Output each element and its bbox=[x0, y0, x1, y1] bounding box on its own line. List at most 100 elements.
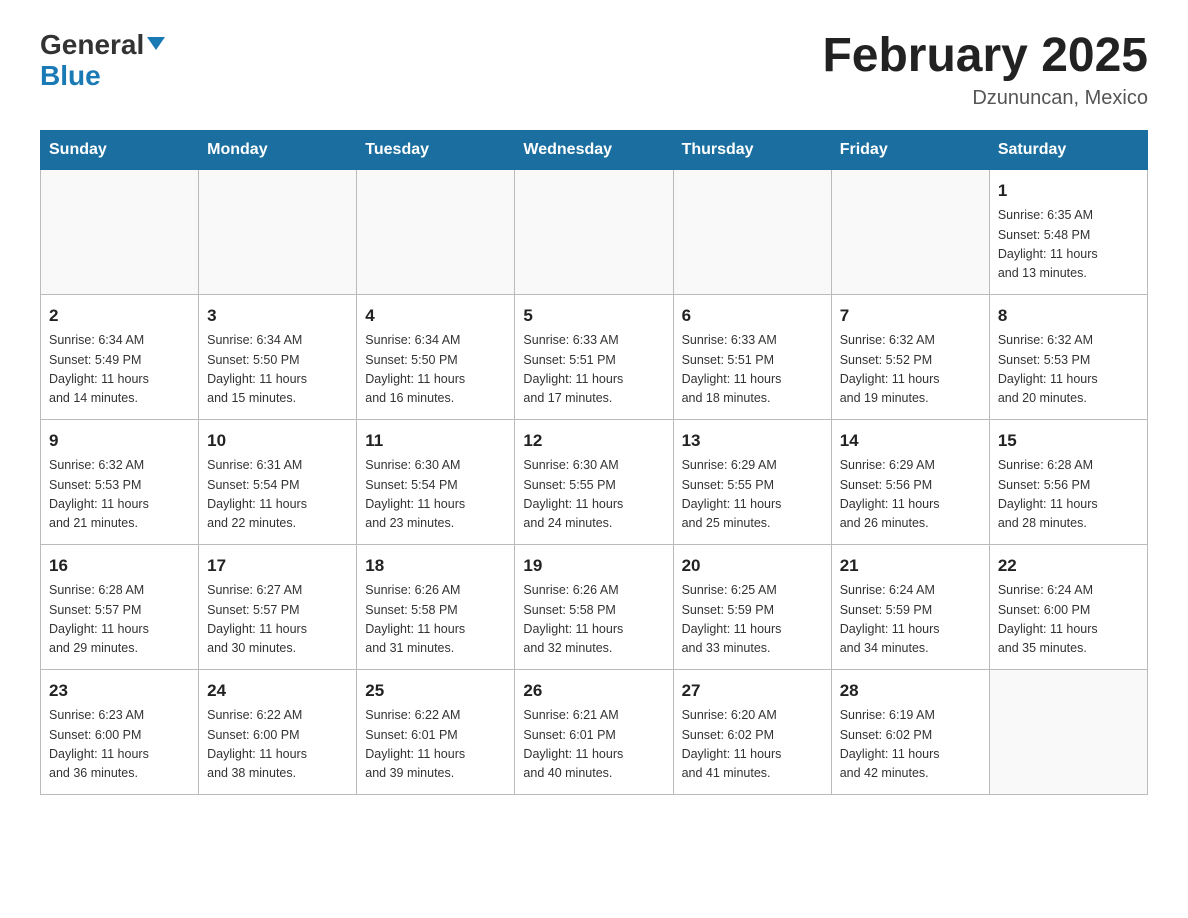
calendar-cell: 1Sunrise: 6:35 AM Sunset: 5:48 PM Daylig… bbox=[989, 169, 1147, 294]
calendar-cell: 14Sunrise: 6:29 AM Sunset: 5:56 PM Dayli… bbox=[831, 419, 989, 544]
weekday-header-saturday: Saturday bbox=[989, 130, 1147, 169]
calendar-cell bbox=[199, 169, 357, 294]
day-info: Sunrise: 6:33 AM Sunset: 5:51 PM Dayligh… bbox=[682, 331, 823, 409]
page-header: General Blue February 2025 Dzununcan, Me… bbox=[40, 30, 1148, 110]
calendar-cell bbox=[357, 169, 515, 294]
calendar-cell: 19Sunrise: 6:26 AM Sunset: 5:58 PM Dayli… bbox=[515, 544, 673, 669]
calendar-cell: 23Sunrise: 6:23 AM Sunset: 6:00 PM Dayli… bbox=[41, 669, 199, 794]
day-info: Sunrise: 6:22 AM Sunset: 6:01 PM Dayligh… bbox=[365, 706, 506, 784]
day-info: Sunrise: 6:28 AM Sunset: 5:56 PM Dayligh… bbox=[998, 456, 1139, 534]
calendar-cell: 18Sunrise: 6:26 AM Sunset: 5:58 PM Dayli… bbox=[357, 544, 515, 669]
day-info: Sunrise: 6:23 AM Sunset: 6:00 PM Dayligh… bbox=[49, 706, 190, 784]
day-info: Sunrise: 6:34 AM Sunset: 5:50 PM Dayligh… bbox=[207, 331, 348, 409]
weekday-header-thursday: Thursday bbox=[673, 130, 831, 169]
day-info: Sunrise: 6:21 AM Sunset: 6:01 PM Dayligh… bbox=[523, 706, 664, 784]
calendar-table: SundayMondayTuesdayWednesdayThursdayFrid… bbox=[40, 130, 1148, 795]
day-info: Sunrise: 6:30 AM Sunset: 5:55 PM Dayligh… bbox=[523, 456, 664, 534]
day-info: Sunrise: 6:25 AM Sunset: 5:59 PM Dayligh… bbox=[682, 581, 823, 659]
day-number: 24 bbox=[207, 678, 348, 704]
day-number: 10 bbox=[207, 428, 348, 454]
day-info: Sunrise: 6:34 AM Sunset: 5:50 PM Dayligh… bbox=[365, 331, 506, 409]
weekday-header-monday: Monday bbox=[199, 130, 357, 169]
day-number: 21 bbox=[840, 553, 981, 579]
calendar-cell: 6Sunrise: 6:33 AM Sunset: 5:51 PM Daylig… bbox=[673, 294, 831, 419]
calendar-cell: 5Sunrise: 6:33 AM Sunset: 5:51 PM Daylig… bbox=[515, 294, 673, 419]
day-info: Sunrise: 6:29 AM Sunset: 5:56 PM Dayligh… bbox=[840, 456, 981, 534]
weekday-header-wednesday: Wednesday bbox=[515, 130, 673, 169]
calendar-cell: 25Sunrise: 6:22 AM Sunset: 6:01 PM Dayli… bbox=[357, 669, 515, 794]
day-number: 6 bbox=[682, 303, 823, 329]
day-info: Sunrise: 6:35 AM Sunset: 5:48 PM Dayligh… bbox=[998, 206, 1139, 284]
day-info: Sunrise: 6:32 AM Sunset: 5:53 PM Dayligh… bbox=[998, 331, 1139, 409]
month-title: February 2025 bbox=[822, 30, 1148, 83]
day-number: 1 bbox=[998, 178, 1139, 204]
calendar-cell bbox=[831, 169, 989, 294]
calendar-cell: 21Sunrise: 6:24 AM Sunset: 5:59 PM Dayli… bbox=[831, 544, 989, 669]
logo-blue-text: Blue bbox=[40, 60, 101, 91]
day-number: 7 bbox=[840, 303, 981, 329]
day-number: 4 bbox=[365, 303, 506, 329]
day-number: 5 bbox=[523, 303, 664, 329]
day-number: 14 bbox=[840, 428, 981, 454]
title-area: February 2025 Dzununcan, Mexico bbox=[822, 30, 1148, 110]
day-number: 11 bbox=[365, 428, 506, 454]
calendar-cell: 26Sunrise: 6:21 AM Sunset: 6:01 PM Dayli… bbox=[515, 669, 673, 794]
day-info: Sunrise: 6:26 AM Sunset: 5:58 PM Dayligh… bbox=[523, 581, 664, 659]
day-info: Sunrise: 6:22 AM Sunset: 6:00 PM Dayligh… bbox=[207, 706, 348, 784]
day-number: 18 bbox=[365, 553, 506, 579]
day-info: Sunrise: 6:20 AM Sunset: 6:02 PM Dayligh… bbox=[682, 706, 823, 784]
calendar-cell: 4Sunrise: 6:34 AM Sunset: 5:50 PM Daylig… bbox=[357, 294, 515, 419]
calendar-cell: 11Sunrise: 6:30 AM Sunset: 5:54 PM Dayli… bbox=[357, 419, 515, 544]
day-number: 12 bbox=[523, 428, 664, 454]
day-info: Sunrise: 6:27 AM Sunset: 5:57 PM Dayligh… bbox=[207, 581, 348, 659]
calendar-cell bbox=[989, 669, 1147, 794]
day-number: 16 bbox=[49, 553, 190, 579]
day-number: 3 bbox=[207, 303, 348, 329]
calendar-cell: 20Sunrise: 6:25 AM Sunset: 5:59 PM Dayli… bbox=[673, 544, 831, 669]
day-info: Sunrise: 6:24 AM Sunset: 5:59 PM Dayligh… bbox=[840, 581, 981, 659]
day-number: 28 bbox=[840, 678, 981, 704]
day-number: 17 bbox=[207, 553, 348, 579]
day-number: 26 bbox=[523, 678, 664, 704]
day-number: 15 bbox=[998, 428, 1139, 454]
calendar-cell: 10Sunrise: 6:31 AM Sunset: 5:54 PM Dayli… bbox=[199, 419, 357, 544]
day-info: Sunrise: 6:34 AM Sunset: 5:49 PM Dayligh… bbox=[49, 331, 190, 409]
day-info: Sunrise: 6:28 AM Sunset: 5:57 PM Dayligh… bbox=[49, 581, 190, 659]
day-info: Sunrise: 6:31 AM Sunset: 5:54 PM Dayligh… bbox=[207, 456, 348, 534]
day-info: Sunrise: 6:33 AM Sunset: 5:51 PM Dayligh… bbox=[523, 331, 664, 409]
day-number: 25 bbox=[365, 678, 506, 704]
logo-arrow-icon bbox=[147, 37, 165, 50]
day-info: Sunrise: 6:29 AM Sunset: 5:55 PM Dayligh… bbox=[682, 456, 823, 534]
day-number: 20 bbox=[682, 553, 823, 579]
day-number: 27 bbox=[682, 678, 823, 704]
day-info: Sunrise: 6:19 AM Sunset: 6:02 PM Dayligh… bbox=[840, 706, 981, 784]
day-number: 8 bbox=[998, 303, 1139, 329]
calendar-cell: 28Sunrise: 6:19 AM Sunset: 6:02 PM Dayli… bbox=[831, 669, 989, 794]
calendar-cell: 8Sunrise: 6:32 AM Sunset: 5:53 PM Daylig… bbox=[989, 294, 1147, 419]
weekday-header-friday: Friday bbox=[831, 130, 989, 169]
day-number: 22 bbox=[998, 553, 1139, 579]
day-number: 19 bbox=[523, 553, 664, 579]
calendar-week-row: 9Sunrise: 6:32 AM Sunset: 5:53 PM Daylig… bbox=[41, 419, 1148, 544]
day-info: Sunrise: 6:30 AM Sunset: 5:54 PM Dayligh… bbox=[365, 456, 506, 534]
day-info: Sunrise: 6:24 AM Sunset: 6:00 PM Dayligh… bbox=[998, 581, 1139, 659]
logo-general-text: General bbox=[40, 30, 144, 61]
calendar-cell: 12Sunrise: 6:30 AM Sunset: 5:55 PM Dayli… bbox=[515, 419, 673, 544]
location-text: Dzununcan, Mexico bbox=[822, 87, 1148, 110]
calendar-week-row: 16Sunrise: 6:28 AM Sunset: 5:57 PM Dayli… bbox=[41, 544, 1148, 669]
calendar-cell bbox=[41, 169, 199, 294]
weekday-header-row: SundayMondayTuesdayWednesdayThursdayFrid… bbox=[41, 130, 1148, 169]
calendar-cell: 15Sunrise: 6:28 AM Sunset: 5:56 PM Dayli… bbox=[989, 419, 1147, 544]
day-number: 2 bbox=[49, 303, 190, 329]
calendar-cell: 7Sunrise: 6:32 AM Sunset: 5:52 PM Daylig… bbox=[831, 294, 989, 419]
calendar-week-row: 1Sunrise: 6:35 AM Sunset: 5:48 PM Daylig… bbox=[41, 169, 1148, 294]
logo: General Blue bbox=[40, 30, 165, 92]
calendar-week-row: 2Sunrise: 6:34 AM Sunset: 5:49 PM Daylig… bbox=[41, 294, 1148, 419]
day-info: Sunrise: 6:32 AM Sunset: 5:53 PM Dayligh… bbox=[49, 456, 190, 534]
calendar-cell: 17Sunrise: 6:27 AM Sunset: 5:57 PM Dayli… bbox=[199, 544, 357, 669]
calendar-week-row: 23Sunrise: 6:23 AM Sunset: 6:00 PM Dayli… bbox=[41, 669, 1148, 794]
day-info: Sunrise: 6:26 AM Sunset: 5:58 PM Dayligh… bbox=[365, 581, 506, 659]
weekday-header-tuesday: Tuesday bbox=[357, 130, 515, 169]
calendar-cell: 24Sunrise: 6:22 AM Sunset: 6:00 PM Dayli… bbox=[199, 669, 357, 794]
calendar-cell: 3Sunrise: 6:34 AM Sunset: 5:50 PM Daylig… bbox=[199, 294, 357, 419]
